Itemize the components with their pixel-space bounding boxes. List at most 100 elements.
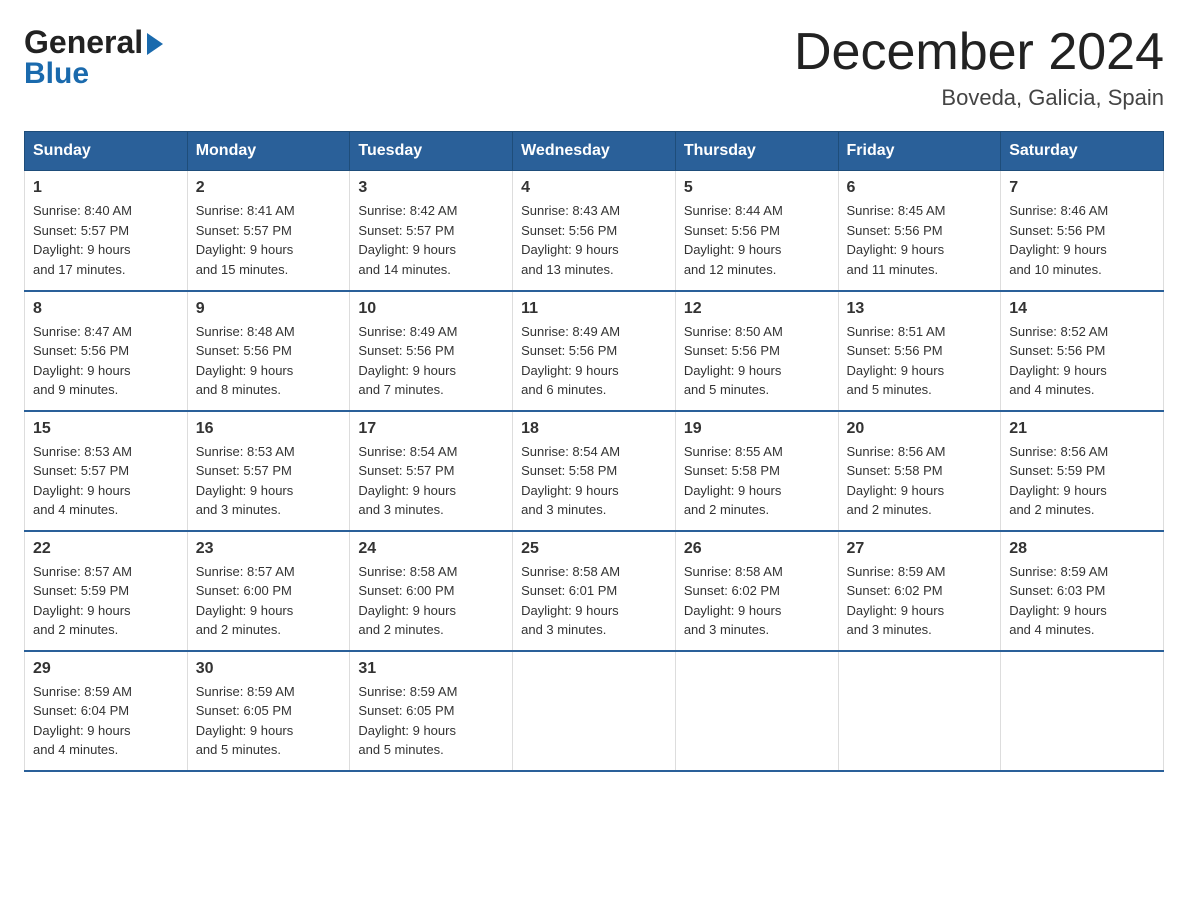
day-info: Sunrise: 8:58 AMSunset: 6:02 PMDaylight:… <box>684 562 830 640</box>
calendar-cell: 23 Sunrise: 8:57 AMSunset: 6:00 PMDayligh… <box>187 531 350 651</box>
logo-blue: Blue <box>24 57 89 91</box>
day-number: 10 <box>358 300 504 318</box>
day-info: Sunrise: 8:44 AMSunset: 5:56 PMDaylight:… <box>684 201 830 279</box>
day-number: 28 <box>1009 540 1155 558</box>
calendar-cell: 15Sunrise: 8:53 AMSunset: 5:57 PMDayligh… <box>25 411 188 531</box>
calendar-cell: 14Sunrise: 8:52 AMSunset: 5:56 PMDayligh… <box>1001 291 1164 411</box>
calendar-cell: 12 Sunrise: 8:50 AMSunset: 5:56 PMDayligh… <box>675 291 838 411</box>
day-number: 5 <box>684 179 830 197</box>
calendar-cell: 3Sunrise: 8:42 AMSunset: 5:57 PMDaylight… <box>350 171 513 291</box>
day-number: 14 <box>1009 300 1155 318</box>
day-info: Sunrise: 8:59 AMSunset: 6:05 PMDaylight:… <box>358 682 504 760</box>
location: Boveda, Galicia, Spain <box>794 85 1164 111</box>
day-info: Sunrise: 8:55 AMSunset: 5:58 PMDaylight:… <box>684 442 830 520</box>
week-row-4: 22 Sunrise: 8:57 AMSunset: 5:59 PMDayligh… <box>25 531 1164 651</box>
calendar-cell: 28 Sunrise: 8:59 AMSunset: 6:03 PMDayligh… <box>1001 531 1164 651</box>
day-number: 21 <box>1009 420 1155 438</box>
day-number: 25 <box>521 540 667 558</box>
week-row-2: 8 Sunrise: 8:47 AMSunset: 5:56 PMDaylight… <box>25 291 1164 411</box>
day-info: Sunrise: 8:46 AMSunset: 5:56 PMDaylight:… <box>1009 201 1155 279</box>
day-info: Sunrise: 8:59 AMSunset: 6:03 PMDaylight:… <box>1009 562 1155 640</box>
calendar-cell: 18Sunrise: 8:54 AMSunset: 5:58 PMDayligh… <box>513 411 676 531</box>
calendar-cell: 22 Sunrise: 8:57 AMSunset: 5:59 PMDayligh… <box>25 531 188 651</box>
day-number: 18 <box>521 420 667 438</box>
day-number: 7 <box>1009 179 1155 197</box>
day-number: 17 <box>358 420 504 438</box>
day-info: Sunrise: 8:59 AMSunset: 6:05 PMDaylight:… <box>196 682 342 760</box>
day-info: Sunrise: 8:49 AMSunset: 5:56 PMDaylight:… <box>358 322 504 400</box>
calendar-cell: 24 Sunrise: 8:58 AMSunset: 6:00 PMDayligh… <box>350 531 513 651</box>
calendar-cell: 16 Sunrise: 8:53 AMSunset: 5:57 PMDayligh… <box>187 411 350 531</box>
col-header-saturday: Saturday <box>1001 132 1164 171</box>
day-number: 15 <box>33 420 179 438</box>
col-header-tuesday: Tuesday <box>350 132 513 171</box>
day-number: 13 <box>847 300 993 318</box>
week-row-5: 29 Sunrise: 8:59 AMSunset: 6:04 PMDayligh… <box>25 651 1164 771</box>
calendar-cell <box>838 651 1001 771</box>
day-number: 19 <box>684 420 830 438</box>
logo-arrow-icon <box>147 33 163 55</box>
day-number: 12 <box>684 300 830 318</box>
week-row-1: 1 Sunrise: 8:40 AMSunset: 5:57 PMDaylight… <box>25 171 1164 291</box>
calendar-cell: 29 Sunrise: 8:59 AMSunset: 6:04 PMDayligh… <box>25 651 188 771</box>
calendar-table: SundayMondayTuesdayWednesdayThursdayFrid… <box>24 131 1164 772</box>
calendar-cell: 19 Sunrise: 8:55 AMSunset: 5:58 PMDayligh… <box>675 411 838 531</box>
day-info: Sunrise: 8:45 AMSunset: 5:56 PMDaylight:… <box>847 201 993 279</box>
col-header-friday: Friday <box>838 132 1001 171</box>
page-header: General Blue December 2024 Boveda, Galic… <box>24 24 1164 111</box>
day-info: Sunrise: 8:50 AMSunset: 5:56 PMDaylight:… <box>684 322 830 400</box>
logo-general: General <box>24 24 143 61</box>
day-number: 6 <box>847 179 993 197</box>
day-number: 23 <box>196 540 342 558</box>
calendar-cell: 4 Sunrise: 8:43 AMSunset: 5:56 PMDaylight… <box>513 171 676 291</box>
day-number: 31 <box>358 660 504 678</box>
calendar-cell: 25 Sunrise: 8:58 AMSunset: 6:01 PMDayligh… <box>513 531 676 651</box>
day-info: Sunrise: 8:59 AMSunset: 6:04 PMDaylight:… <box>33 682 179 760</box>
day-info: Sunrise: 8:49 AMSunset: 5:56 PMDaylight:… <box>521 322 667 400</box>
day-number: 3 <box>358 179 504 197</box>
day-info: Sunrise: 8:57 AMSunset: 5:59 PMDaylight:… <box>33 562 179 640</box>
calendar-cell: 2Sunrise: 8:41 AMSunset: 5:57 PMDaylight… <box>187 171 350 291</box>
day-info: Sunrise: 8:47 AMSunset: 5:56 PMDaylight:… <box>33 322 179 400</box>
day-info: Sunrise: 8:53 AMSunset: 5:57 PMDaylight:… <box>196 442 342 520</box>
day-info: Sunrise: 8:41 AMSunset: 5:57 PMDaylight:… <box>196 201 342 279</box>
calendar-cell: 9Sunrise: 8:48 AMSunset: 5:56 PMDaylight… <box>187 291 350 411</box>
week-row-3: 15 Sunrise: 8:53 AMSunset: 5:57 PMDayligh… <box>25 411 1164 531</box>
calendar-cell: 30 Sunrise: 8:59 AMSunset: 6:05 PMDayligh… <box>187 651 350 771</box>
day-number: 29 <box>33 660 179 678</box>
calendar-cell <box>1001 651 1164 771</box>
calendar-cell: 20Sunrise: 8:56 AMSunset: 5:58 PMDayligh… <box>838 411 1001 531</box>
calendar-cell: 11 Sunrise: 8:49 AMSunset: 5:56 PMDayligh… <box>513 291 676 411</box>
day-info: Sunrise: 8:43 AMSunset: 5:56 PMDaylight:… <box>521 201 667 279</box>
calendar-cell: 17 Sunrise: 8:54 AMSunset: 5:57 PMDayligh… <box>350 411 513 531</box>
day-number: 24 <box>358 540 504 558</box>
calendar-header-row: SundayMondayTuesdayWednesdayThursdayFrid… <box>25 132 1164 171</box>
calendar-cell: 21Sunrise: 8:56 AMSunset: 5:59 PMDayligh… <box>1001 411 1164 531</box>
logo: General Blue <box>24 24 163 91</box>
day-info: Sunrise: 8:59 AMSunset: 6:02 PMDaylight:… <box>847 562 993 640</box>
calendar-cell: 27 Sunrise: 8:59 AMSunset: 6:02 PMDayligh… <box>838 531 1001 651</box>
calendar-cell: 6 Sunrise: 8:45 AMSunset: 5:56 PMDaylight… <box>838 171 1001 291</box>
day-info: Sunrise: 8:57 AMSunset: 6:00 PMDaylight:… <box>196 562 342 640</box>
col-header-sunday: Sunday <box>25 132 188 171</box>
day-info: Sunrise: 8:40 AMSunset: 5:57 PMDaylight:… <box>33 201 179 279</box>
day-info: Sunrise: 8:54 AMSunset: 5:57 PMDaylight:… <box>358 442 504 520</box>
day-number: 16 <box>196 420 342 438</box>
day-number: 8 <box>33 300 179 318</box>
day-number: 4 <box>521 179 667 197</box>
calendar-cell: 13Sunrise: 8:51 AMSunset: 5:56 PMDayligh… <box>838 291 1001 411</box>
calendar-cell: 26 Sunrise: 8:58 AMSunset: 6:02 PMDayligh… <box>675 531 838 651</box>
day-number: 26 <box>684 540 830 558</box>
day-number: 30 <box>196 660 342 678</box>
calendar-cell: 31 Sunrise: 8:59 AMSunset: 6:05 PMDayligh… <box>350 651 513 771</box>
day-number: 1 <box>33 179 179 197</box>
day-info: Sunrise: 8:58 AMSunset: 6:01 PMDaylight:… <box>521 562 667 640</box>
calendar-cell: 8 Sunrise: 8:47 AMSunset: 5:56 PMDaylight… <box>25 291 188 411</box>
day-info: Sunrise: 8:58 AMSunset: 6:00 PMDaylight:… <box>358 562 504 640</box>
col-header-monday: Monday <box>187 132 350 171</box>
day-number: 11 <box>521 300 667 318</box>
day-number: 22 <box>33 540 179 558</box>
day-number: 27 <box>847 540 993 558</box>
day-info: Sunrise: 8:56 AMSunset: 5:58 PMDaylight:… <box>847 442 993 520</box>
calendar-cell <box>513 651 676 771</box>
